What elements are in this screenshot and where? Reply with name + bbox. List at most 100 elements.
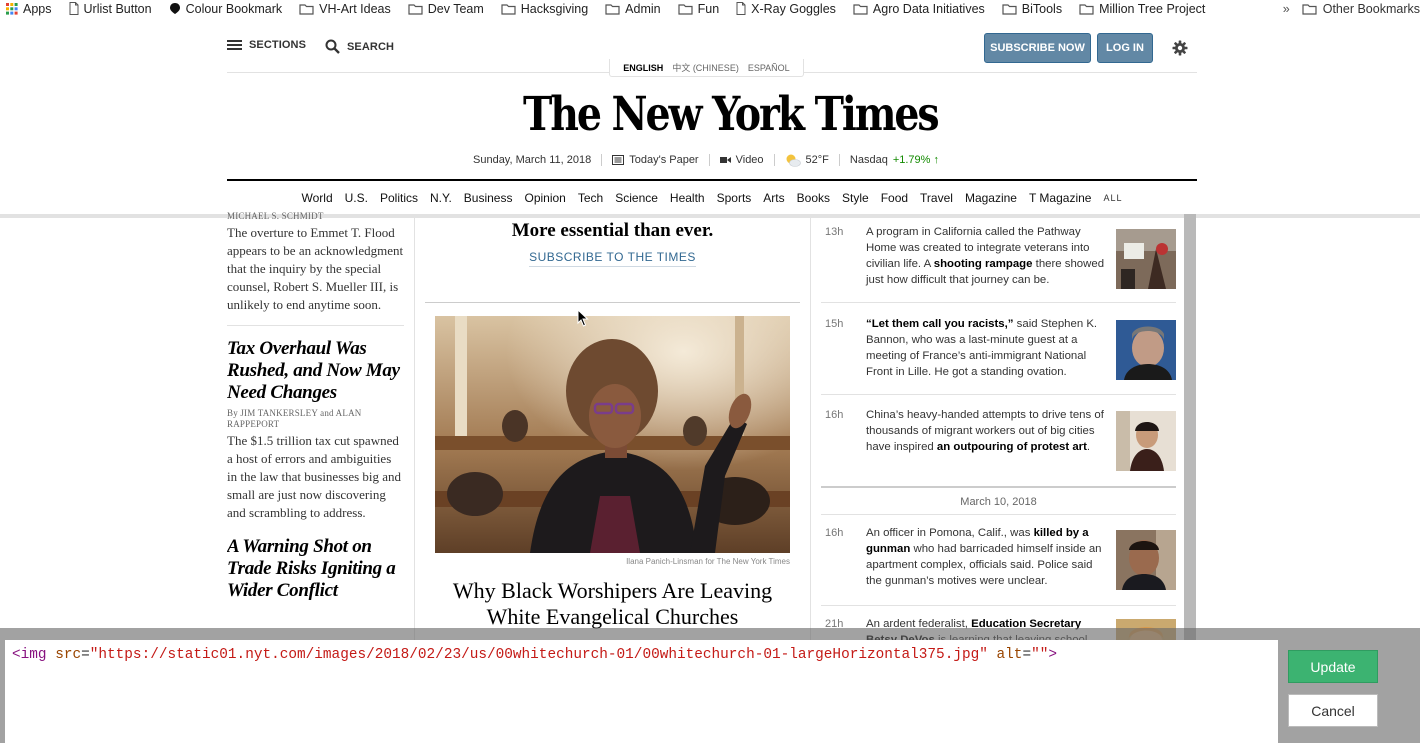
bookmark-item[interactable]: Apps bbox=[6, 0, 52, 17]
section-link[interactable]: T Magazine bbox=[1029, 191, 1091, 205]
lang-chinese[interactable]: 中文 (CHINESE) bbox=[672, 61, 739, 74]
weather-widget[interactable]: 52°F bbox=[785, 153, 829, 167]
sections-button[interactable]: SECTIONS bbox=[227, 39, 306, 51]
nasdaq-ticker[interactable]: Nasdaq +1.79% ↑ bbox=[850, 154, 939, 166]
update-button[interactable]: Update bbox=[1288, 650, 1378, 683]
briefing-link[interactable]: “Let them call you racists,” bbox=[866, 318, 1014, 330]
story-summary: The overture to Emmet T. Flood appears t… bbox=[227, 225, 404, 312]
cancel-button[interactable]: Cancel bbox=[1288, 694, 1378, 727]
bookmark-label: Colour Bookmark bbox=[185, 1, 283, 16]
newspaper-icon bbox=[612, 155, 625, 165]
bookmark-item[interactable]: Colour Bookmark bbox=[169, 0, 283, 17]
equals: = bbox=[1022, 647, 1032, 663]
video-camera-icon bbox=[719, 157, 731, 163]
section-link[interactable]: Food bbox=[881, 191, 908, 205]
bookmarks-overflow-chevron[interactable]: » bbox=[1283, 2, 1290, 16]
section-link[interactable]: Politics bbox=[380, 191, 418, 205]
section-link[interactable]: Business bbox=[464, 191, 513, 205]
folder-icon bbox=[501, 3, 516, 15]
bookmark-label: Urlist Button bbox=[83, 1, 152, 16]
nyt-logo[interactable]: The New York Times bbox=[523, 87, 940, 142]
section-link[interactable]: Arts bbox=[763, 191, 784, 205]
bookmark-item[interactable]: VH-Art Ideas bbox=[299, 0, 391, 17]
bookmark-item[interactable]: Admin bbox=[605, 0, 661, 17]
bookmark-item[interactable]: Urlist Button bbox=[69, 0, 152, 17]
section-link[interactable]: Style bbox=[842, 191, 869, 205]
briefing-text: A program in California called the Pathw… bbox=[866, 224, 1106, 288]
masthead: SECTIONS SEARCH SUBSCRIBE NOW LOG IN ENG… bbox=[227, 29, 1197, 214]
briefing-thumbnail[interactable] bbox=[1116, 411, 1176, 471]
todays-paper-link[interactable]: Today's Paper bbox=[612, 154, 699, 166]
briefing-divider bbox=[821, 514, 1176, 515]
bookmark-item[interactable]: BiTools bbox=[1002, 0, 1062, 17]
section-link[interactable]: World bbox=[302, 191, 333, 205]
folder-icon bbox=[605, 3, 620, 15]
briefing-time: 16h bbox=[825, 527, 844, 539]
html-source-editor[interactable]: <img src="https://static01.nyt.com/image… bbox=[5, 640, 1278, 743]
briefing-thumbnail[interactable] bbox=[1116, 229, 1176, 289]
bookmark-item[interactable]: Million Tree Project bbox=[1079, 0, 1205, 17]
left-column: MICHAEL S. SCHMIDT The overture to Emmet… bbox=[227, 212, 404, 642]
log-in-button[interactable]: LOG IN bbox=[1097, 33, 1153, 63]
byline: MICHAEL S. SCHMIDT bbox=[227, 212, 324, 221]
bookmark-item[interactable]: Fun bbox=[678, 0, 720, 17]
section-link[interactable]: Travel bbox=[920, 191, 953, 205]
video-link[interactable]: Video bbox=[719, 154, 764, 166]
nasdaq-label: Nasdaq bbox=[849, 154, 888, 166]
section-all-link[interactable]: ALL bbox=[1103, 193, 1122, 205]
bookmark-item[interactable]: Dev Team bbox=[408, 0, 484, 17]
attr-value: "" bbox=[1031, 647, 1049, 663]
story-headline[interactable]: Tax Overhaul Was Rushed, and Now May Nee… bbox=[227, 338, 404, 404]
subscribe-now-button[interactable]: SUBSCRIBE NOW bbox=[984, 33, 1091, 63]
folder-icon bbox=[1079, 3, 1094, 15]
section-link[interactable]: Opinion bbox=[524, 191, 565, 205]
current-date: Sunday, March 11, 2018 bbox=[473, 154, 592, 166]
mouse-cursor-icon bbox=[577, 309, 589, 327]
section-link[interactable]: N.Y. bbox=[430, 191, 452, 205]
bookmark-label: Million Tree Project bbox=[1099, 1, 1206, 16]
briefing-thumbnail[interactable] bbox=[1116, 320, 1176, 380]
bookmark-label: Fun bbox=[697, 1, 720, 16]
lead-photo[interactable] bbox=[435, 316, 790, 553]
subscribe-link[interactable]: SUBSCRIBE TO THE TIMES bbox=[529, 250, 696, 267]
promo-title: More essential than ever. bbox=[511, 220, 714, 241]
promo-divider bbox=[425, 302, 800, 303]
folder-icon bbox=[1302, 3, 1317, 15]
section-link[interactable]: Magazine bbox=[965, 191, 1017, 205]
video-label: Video bbox=[735, 154, 764, 166]
tag-close: > bbox=[1048, 647, 1057, 663]
section-link[interactable]: Health bbox=[670, 191, 705, 205]
section-link[interactable]: Sports bbox=[717, 191, 752, 205]
lead-headline[interactable]: Why Black Worshipers Are Leaving White E… bbox=[425, 578, 800, 630]
bookmark-label: X-Ray Goggles bbox=[751, 1, 836, 16]
masthead-rule bbox=[227, 179, 1197, 181]
story-headline[interactable]: A Warning Shot on Trade Risks Igniting a… bbox=[227, 536, 404, 602]
briefing-text-run: An officer in Pomona, Calif., was bbox=[866, 527, 1034, 539]
briefing-thumbnail[interactable] bbox=[1116, 530, 1176, 590]
bookmark-label: Apps bbox=[23, 1, 52, 16]
lang-english[interactable]: ENGLISH bbox=[623, 63, 663, 73]
bookmark-item[interactable]: X-Ray Goggles bbox=[736, 0, 836, 17]
other-bookmarks[interactable]: » Other Bookmarks bbox=[1283, 0, 1420, 17]
bookmark-label: Admin bbox=[625, 1, 661, 16]
search-button[interactable]: SEARCH bbox=[325, 39, 394, 54]
byline: By JIM TANKERSLEY and ALAN RAPPEPORT bbox=[227, 408, 362, 429]
briefing-link[interactable]: shooting rampage bbox=[934, 258, 1033, 270]
lang-spanish[interactable]: ESPAÑOL bbox=[748, 63, 790, 73]
bookmark-label: Agro Data Initiatives bbox=[872, 1, 985, 16]
section-link[interactable]: Tech bbox=[578, 191, 603, 205]
column-divider bbox=[810, 218, 811, 643]
attr-name: src bbox=[55, 647, 82, 663]
section-link[interactable]: Books bbox=[797, 191, 830, 205]
sections-nav: World U.S. Politics N.Y. Business Opinion Tech… bbox=[227, 191, 1197, 205]
briefing-divider bbox=[821, 394, 1176, 395]
gear-icon[interactable] bbox=[1172, 40, 1188, 56]
section-link[interactable]: U.S. bbox=[345, 191, 368, 205]
briefing-text: “Let them call you racists,” said Stephe… bbox=[866, 316, 1106, 380]
briefing-text: An officer in Pomona, Calif., was killed… bbox=[866, 525, 1106, 589]
section-link[interactable]: Science bbox=[615, 191, 658, 205]
briefing-link[interactable]: an outpouring of protest art bbox=[937, 441, 1087, 453]
folder-icon bbox=[299, 3, 314, 15]
bookmark-item[interactable]: Agro Data Initiatives bbox=[853, 0, 985, 17]
bookmark-item[interactable]: Hacksgiving bbox=[501, 0, 588, 17]
